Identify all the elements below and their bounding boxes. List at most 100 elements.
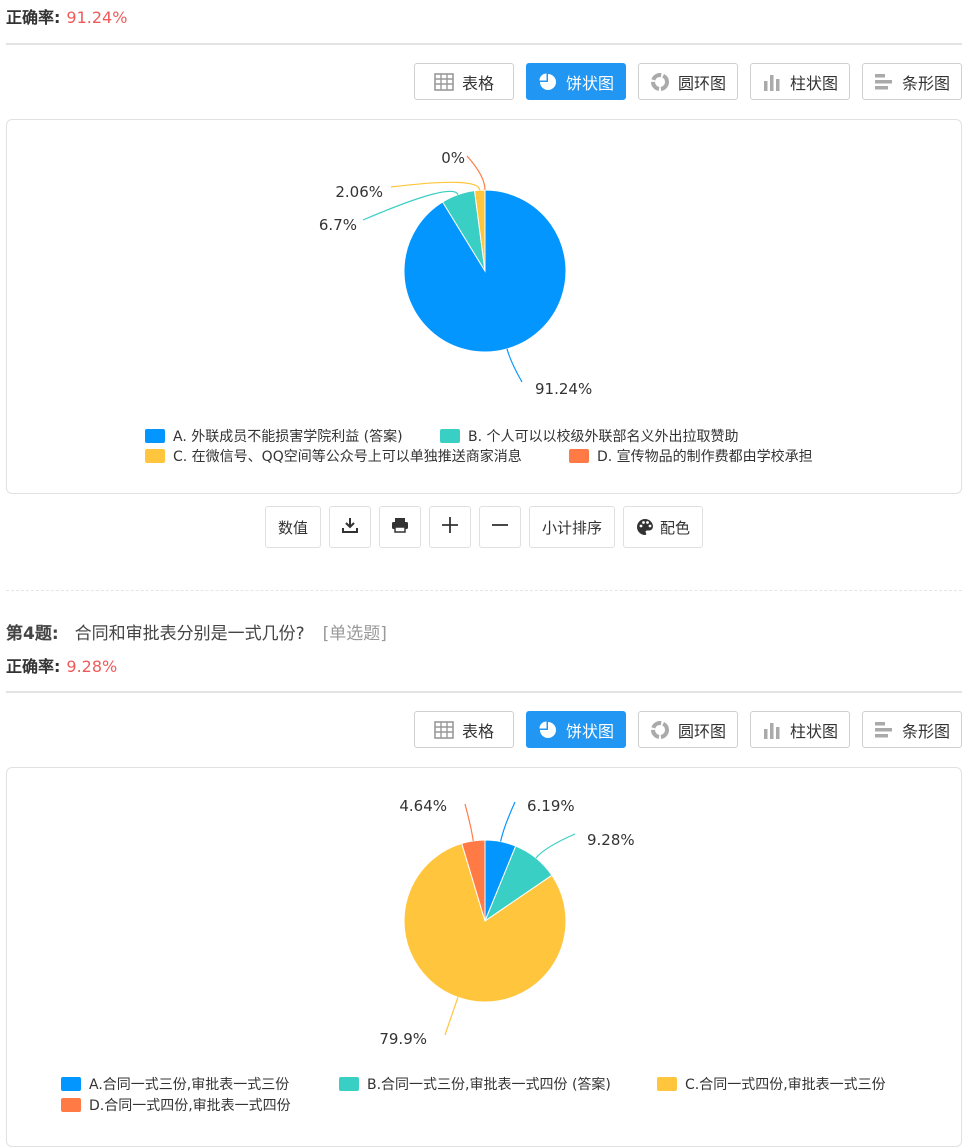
- data-label: 4.64%: [399, 797, 447, 815]
- tab-label: 条形图: [901, 73, 950, 93]
- tab-label: 柱状图: [789, 73, 838, 93]
- legend-item-a[interactable]: A. 外联成员不能损害学院利益 (答案): [145, 426, 403, 446]
- data-label: 6.19%: [527, 797, 575, 815]
- tab-label: 圆环图: [677, 721, 726, 741]
- accuracy-label: 正确率:: [6, 8, 61, 27]
- accuracy-label: 正确率:: [6, 657, 61, 676]
- tab-pie[interactable]: 饼状图: [526, 711, 626, 748]
- legend-label: D. 宣传物品的制作费都由学校承担: [597, 449, 813, 465]
- minus-icon: [491, 516, 509, 538]
- tab-table[interactable]: 表格: [414, 711, 514, 748]
- print-button[interactable]: [379, 506, 421, 548]
- q3-chart-tabs: 表格 饼状图 圆环图 柱状图 条形图: [414, 63, 962, 100]
- accuracy-value: 9.28%: [66, 657, 118, 676]
- legend-item-c[interactable]: C.合同一式四份,审批表一式三份: [657, 1074, 886, 1094]
- legend-label: A. 外联成员不能损害学院利益 (答案): [173, 429, 403, 445]
- bar-chart-icon: [874, 72, 894, 92]
- label-line: [444, 997, 459, 1036]
- palette-icon: [636, 518, 654, 536]
- download-button[interactable]: [329, 506, 371, 548]
- tab-label: 柱状图: [789, 721, 838, 741]
- plus-icon: [441, 516, 459, 538]
- legend-swatch: [145, 449, 165, 463]
- label-line: [466, 155, 486, 191]
- chart-toolbar: 数值 小计排序 配色: [265, 506, 703, 548]
- tab-table[interactable]: 表格: [414, 63, 514, 100]
- print-icon: [391, 517, 409, 537]
- tab-donut[interactable]: 圆环图: [638, 63, 738, 100]
- q4-title: 第4题: 合同和审批表分别是一式几份? [单选题]: [6, 619, 387, 644]
- label-line: [464, 803, 474, 841]
- legend-label: B. 个人可以以校级外联部名义外出拉取赞助: [468, 429, 739, 445]
- table-icon: [434, 72, 454, 91]
- download-icon: [342, 517, 358, 537]
- legend-item-a[interactable]: A.合同一式三份,审批表一式三份: [61, 1074, 289, 1094]
- legend-swatch: [440, 429, 460, 443]
- values-button[interactable]: 数值: [265, 506, 321, 548]
- legend-item-d[interactable]: D.合同一式四份,审批表一式四份: [61, 1095, 291, 1115]
- legend-label: B.合同一式三份,审批表一式四份 (答案): [367, 1077, 611, 1093]
- legend-swatch: [657, 1077, 677, 1091]
- color-scheme-button[interactable]: 配色: [623, 506, 703, 548]
- tab-column[interactable]: 柱状图: [750, 711, 850, 748]
- divider: [6, 691, 962, 693]
- tab-label: 饼状图: [565, 721, 614, 741]
- column-chart-icon: [762, 72, 782, 92]
- q3-accuracy: 正确率: 91.24%: [6, 4, 127, 28]
- legend-swatch: [61, 1098, 81, 1112]
- tab-bar[interactable]: 条形图: [862, 711, 962, 748]
- data-label: 6.7%: [319, 216, 357, 234]
- label-line: [500, 801, 516, 842]
- tab-donut[interactable]: 圆环图: [638, 711, 738, 748]
- legend-label: C.合同一式四份,审批表一式三份: [685, 1077, 886, 1093]
- question-number: 第4题:: [6, 624, 59, 644]
- tab-label: 饼状图: [565, 73, 614, 93]
- question-type: [单选题]: [322, 624, 387, 644]
- question-text: 合同和审批表分别是一式几份?: [74, 624, 305, 644]
- column-chart-icon: [762, 720, 782, 740]
- legend-item-d[interactable]: D. 宣传物品的制作费都由学校承担: [569, 446, 813, 466]
- zoom-in-button[interactable]: [429, 506, 471, 548]
- q4-chart-tabs: 表格 饼状图 圆环图 柱状图 条形图: [414, 711, 962, 748]
- accuracy-value: 91.24%: [66, 8, 128, 27]
- donut-chart-icon: [650, 720, 670, 740]
- sort-button[interactable]: 小计排序: [529, 506, 615, 548]
- legend-item-c[interactable]: C. 在微信号、QQ空间等公众号上可以单独推送商家消息: [145, 446, 522, 466]
- data-label: 91.24%: [535, 380, 592, 398]
- divider: [6, 43, 962, 45]
- label-line: [390, 181, 481, 191]
- legend-label: C. 在微信号、QQ空间等公众号上可以单独推送商家消息: [173, 449, 522, 465]
- label-line: [535, 833, 576, 859]
- tab-bar[interactable]: 条形图: [862, 63, 962, 100]
- data-label: 79.9%: [379, 1030, 427, 1048]
- tab-label: 圆环图: [677, 73, 726, 93]
- tab-pie[interactable]: 饼状图: [526, 63, 626, 100]
- legend-label: A.合同一式三份,审批表一式三份: [89, 1077, 290, 1093]
- table-icon: [434, 720, 454, 739]
- label-line: [506, 348, 523, 383]
- tab-label: 表格: [461, 721, 494, 741]
- legend-label: D.合同一式四份,审批表一式四份: [89, 1098, 291, 1114]
- pie-chart-icon: [538, 720, 558, 740]
- q4-accuracy: 正确率: 9.28%: [6, 653, 117, 677]
- legend-item-b[interactable]: B.合同一式三份,审批表一式四份 (答案): [339, 1074, 611, 1094]
- q3-chart-panel: 91.24% 6.7% 2.06% 0% A. 外联成员不能损害学院利益 (答案) B…: [6, 119, 962, 494]
- section-separator: [6, 590, 962, 591]
- donut-chart-icon: [650, 72, 670, 92]
- color-label: 配色: [659, 518, 690, 537]
- tab-label: 表格: [461, 73, 494, 93]
- legend-swatch: [145, 429, 165, 443]
- legend-swatch: [569, 449, 589, 463]
- bar-chart-icon: [874, 720, 894, 740]
- tab-label: 条形图: [901, 721, 950, 741]
- data-label: 9.28%: [587, 831, 635, 849]
- legend-swatch: [61, 1077, 81, 1091]
- q4-chart-panel: 6.19% 9.28% 79.9% 4.64% A.合同一式三份,审批表一式三份 B.…: [6, 767, 962, 1147]
- pie-chart-icon: [538, 72, 558, 92]
- data-label: 2.06%: [335, 183, 383, 201]
- zoom-out-button[interactable]: [479, 506, 521, 548]
- legend-item-b[interactable]: B. 个人可以以校级外联部名义外出拉取赞助: [440, 426, 739, 446]
- data-label: 0%: [441, 149, 465, 167]
- legend-swatch: [339, 1077, 359, 1091]
- tab-column[interactable]: 柱状图: [750, 63, 850, 100]
